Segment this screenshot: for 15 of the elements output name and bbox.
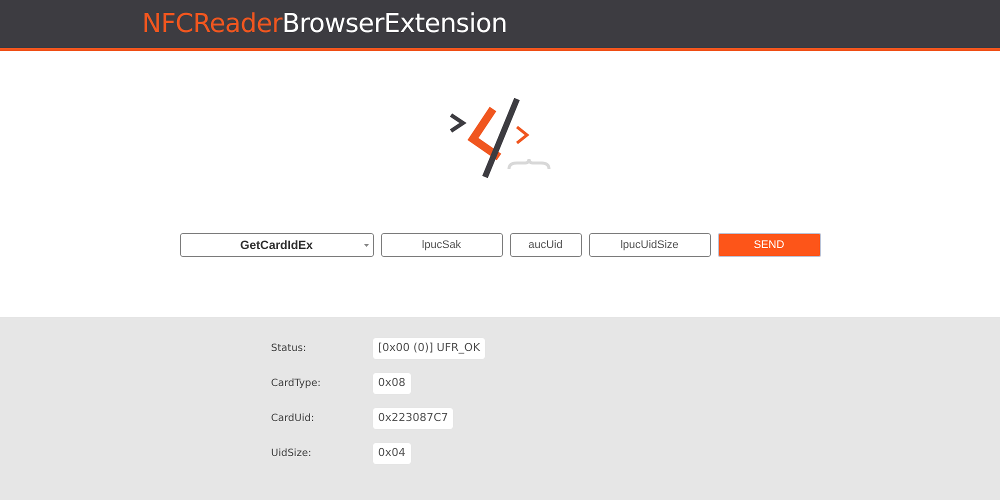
result-value: 0x04	[373, 442, 411, 464]
parameter-field[interactable]: lpucSak	[380, 233, 502, 257]
dropdown-caret-icon	[364, 244, 368, 247]
result-value: 0x08	[373, 372, 411, 394]
result-label: CardType:	[271, 376, 322, 390]
code-logo-icon	[447, 97, 553, 179]
result-label: UidSize:	[271, 446, 312, 460]
result-value: [0x00 (0)] UFR_OK	[373, 338, 486, 358]
result-label: CardUid:	[271, 412, 316, 426]
parameter-field[interactable]: aucUid	[510, 233, 582, 257]
app-title: NFCReaderBrowserExtension	[142, 8, 508, 40]
result-label: Status:	[271, 342, 308, 356]
function-select[interactable]: GetCardIdEx	[180, 233, 374, 257]
parameter-field[interactable]: lpucUidSize	[588, 233, 710, 257]
result-value: 0x223087C7	[373, 408, 454, 428]
